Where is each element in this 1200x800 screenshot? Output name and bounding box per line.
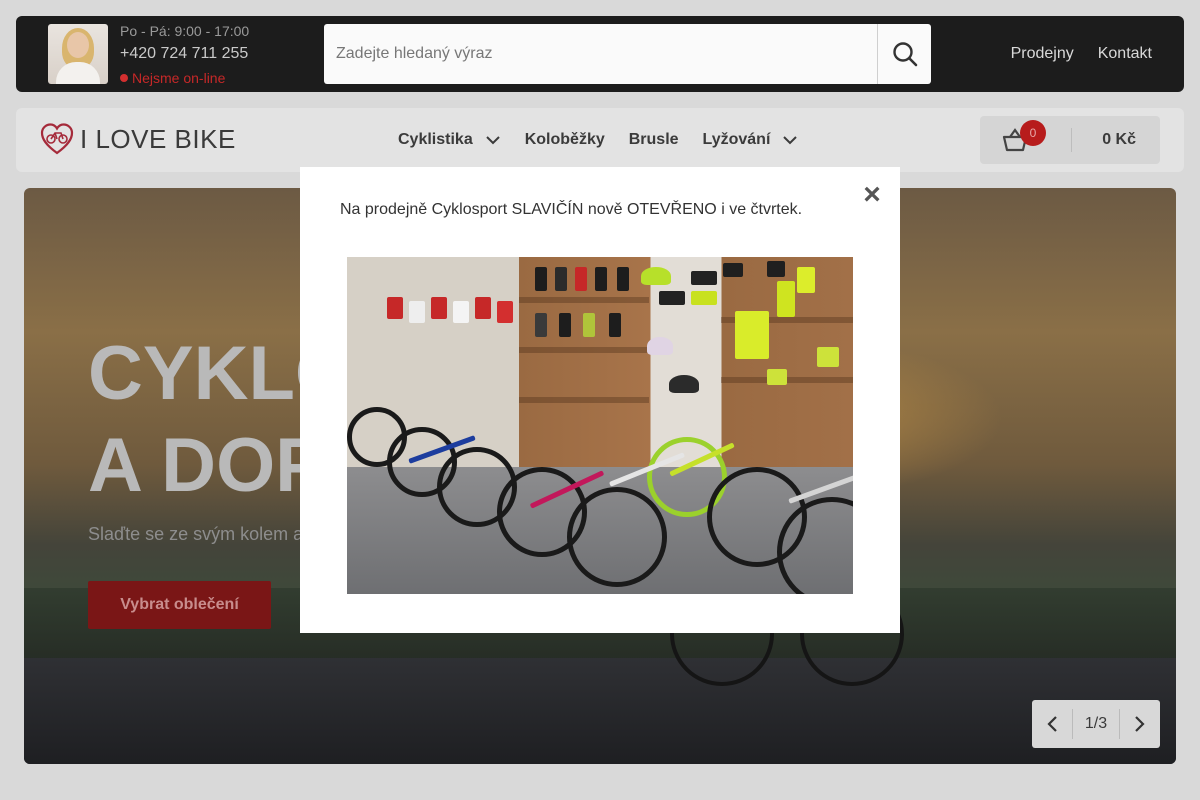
shop-interior-photo bbox=[347, 257, 853, 594]
modal-overlay[interactable]: × Na prodejně Cyklosport SLAVIČÍN nově O… bbox=[0, 0, 1200, 800]
modal-message: Na prodejně Cyklosport SLAVIČÍN nově OTE… bbox=[340, 201, 803, 218]
close-icon[interactable]: × bbox=[860, 180, 884, 210]
announcement-modal: × Na prodejně Cyklosport SLAVIČÍN nově O… bbox=[300, 167, 900, 633]
